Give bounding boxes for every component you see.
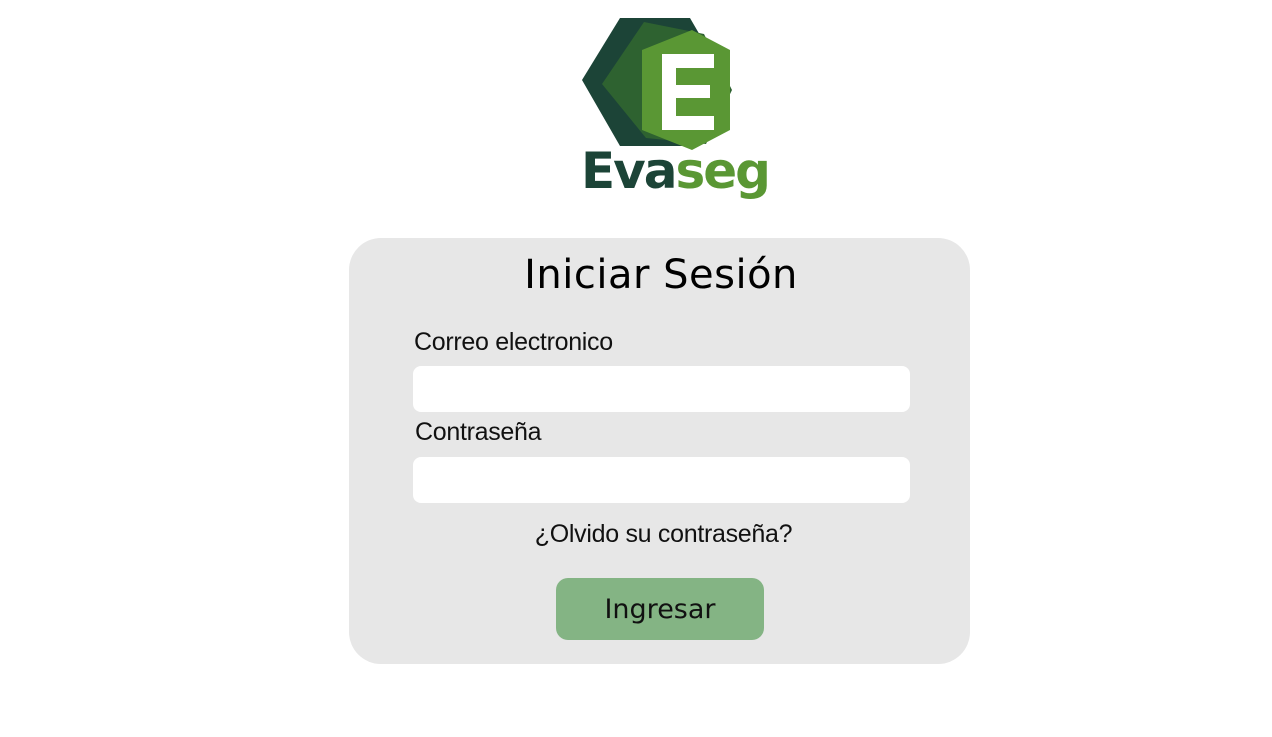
email-label: Correo electronico: [414, 328, 613, 356]
login-button[interactable]: Ingresar: [556, 578, 764, 640]
brand-name-part1: Eva: [581, 142, 677, 200]
brand-wordmark: Evaseg: [581, 146, 771, 196]
brand-name-part2: seg: [675, 142, 771, 200]
login-page: E Evaseg Iniciar Sesión Correo electroni…: [0, 0, 1272, 737]
password-label: Contraseña: [415, 418, 542, 446]
hexagon-logo-icon: [582, 18, 732, 150]
email-field[interactable]: [413, 366, 910, 412]
password-field[interactable]: [413, 457, 910, 503]
forgot-password-link[interactable]: ¿Olvido su contraseña?: [349, 520, 978, 549]
login-title: Iniciar Sesión: [524, 252, 798, 298]
